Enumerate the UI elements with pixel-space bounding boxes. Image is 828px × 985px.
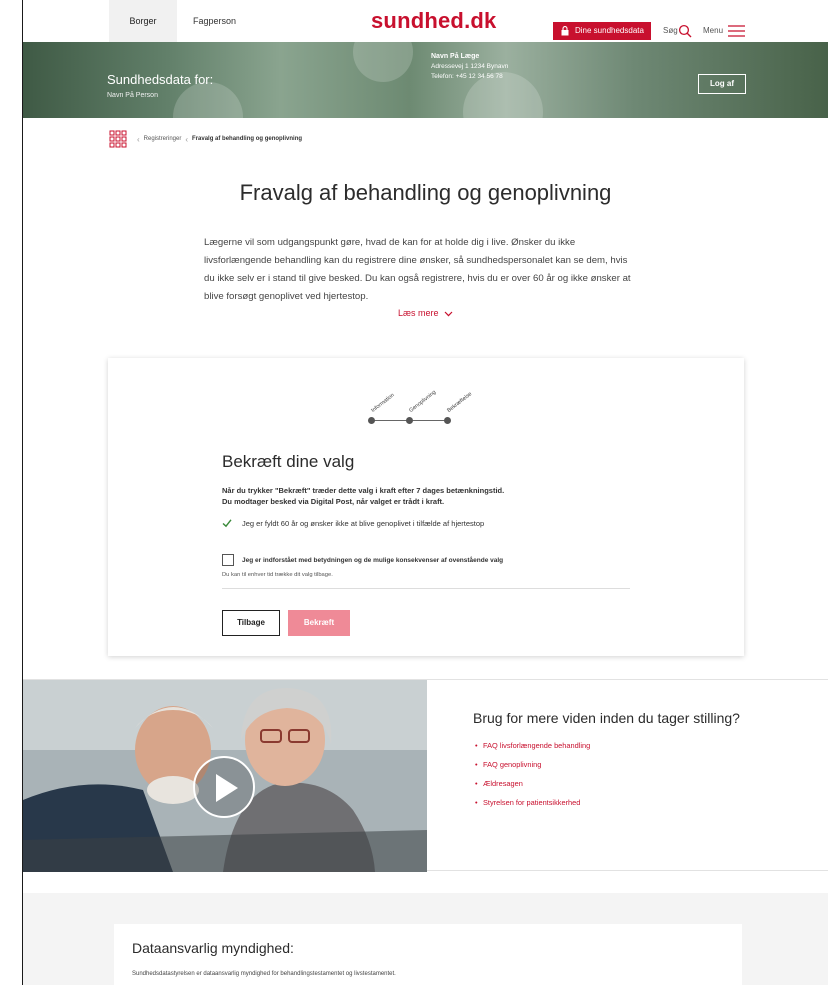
person-name: Navn På Person [107, 92, 158, 99]
info-media-section: Brug for mere viden inden du tager still… [23, 679, 828, 872]
card-title: Bekræft dine valg [222, 452, 355, 471]
play-button[interactable] [193, 756, 255, 818]
media-title: Brug for mere viden inden du tager still… [473, 710, 740, 726]
consent-note: Du kan til enhver tid trække dit valg ti… [222, 572, 333, 578]
checkmark-icon [222, 519, 232, 528]
step-label-information: Information [370, 392, 396, 414]
data-authority-card: Dataansvarlig myndighed: Sundhedsdatasty… [114, 924, 742, 985]
consent-checkbox[interactable] [222, 554, 234, 566]
card-description: Når du trykker "Bekræft" træder dette va… [222, 485, 504, 507]
site-logo[interactable]: sundhed.dk [371, 8, 496, 34]
link-styrelsen-patientsikkerhed[interactable]: Styrelsen for patientsikkerhed [475, 793, 590, 812]
breadcrumb: ‹ Registreringer ‹ Fravalg af behandling… [109, 130, 302, 148]
consent-checkbox-label: Jeg er indforstået med betydningen og de… [242, 556, 504, 564]
resource-links: FAQ livsforlængende behandling FAQ genop… [475, 736, 590, 812]
link-faq-genoplivning[interactable]: FAQ genoplivning [475, 755, 590, 774]
search-icon[interactable] [678, 24, 692, 38]
step-dot-information [368, 417, 375, 424]
divider [222, 588, 630, 589]
dine-sundhedsdata-label: Dine sundhedsdata [575, 26, 644, 35]
dandelion-decoration [353, 42, 413, 82]
consent-checkbox-row[interactable]: Jeg er indforstået med betydningen og de… [222, 554, 503, 566]
doctor-phone: Telefon: +45 12 34 56 78 [431, 73, 503, 80]
hero-banner: Sundhedsdata for: Navn På Person Navn På… [23, 42, 828, 118]
confirm-button[interactable]: Bekræft [288, 610, 350, 636]
dandelion-decoration [173, 82, 243, 118]
card-description-line-2: Du modtager besked via Digital Post, når… [222, 497, 445, 506]
step-dot-genoplivning [406, 417, 413, 424]
chevron-down-icon [444, 311, 453, 317]
step-dot-bekraeftelse [444, 417, 451, 424]
confirm-card: Information Genoplivning Bekræftelse Bek… [108, 358, 744, 656]
card-description-line-1: Når du trykker "Bekræft" træder dette va… [222, 486, 505, 495]
confirmed-choice: Jeg er fyldt 60 år og ønsker ikke at bli… [222, 518, 484, 528]
data-authority-title: Dataansvarlig myndighed: [132, 940, 294, 956]
doctor-info: Navn På Læge Adressevej 1 1234 Bynavn Te… [431, 52, 508, 82]
logout-button[interactable]: Log af [698, 74, 746, 94]
top-navigation: Borger Fagperson sundhed.dk Dine sundhed… [23, 0, 828, 42]
progress-stepper: Information Genoplivning Bekræftelse [358, 378, 498, 434]
play-icon [216, 774, 238, 802]
search-label[interactable]: Søg [663, 22, 678, 40]
breadcrumb-current: Fravalg af behandling og genoplivning [192, 136, 303, 142]
page-title: Fravalg af behandling og genoplivning [239, 180, 612, 205]
confirmed-choice-text: Jeg er fyldt 60 år og ønsker ikke at bli… [242, 518, 485, 528]
menu-label[interactable]: Menu [703, 22, 723, 40]
link-aeldresagen[interactable]: Ældresagen [475, 774, 590, 793]
hero-title: Sundhedsdata for: [107, 72, 214, 87]
data-authority-text: Sundhedsdatastyrelsen er dataansvarlig m… [132, 971, 396, 977]
breadcrumb-registreringer[interactable]: Registreringer [144, 136, 182, 142]
tab-borger[interactable]: Borger [109, 0, 177, 42]
hamburger-menu-icon[interactable] [728, 25, 745, 37]
read-more-link[interactable]: Læs mere [23, 308, 828, 318]
grid-apps-icon[interactable] [109, 130, 127, 148]
lock-icon [561, 26, 569, 36]
back-button[interactable]: Tilbage [222, 610, 280, 636]
read-more-label: Læs mere [397, 308, 439, 318]
chevron-left-icon: ‹ [185, 134, 189, 144]
step-label-genoplivning: Genoplivning [408, 389, 438, 414]
step-label-bekraeftelse: Bekræftelse [446, 391, 474, 414]
doctor-name: Navn På Læge [431, 53, 480, 60]
video-thumbnail[interactable] [23, 680, 427, 872]
dine-sundhedsdata-button[interactable]: Dine sundhedsdata [553, 22, 651, 40]
doctor-address: Adressevej 1 1234 Bynavn [431, 63, 509, 70]
tab-fagperson[interactable]: Fagperson [181, 0, 251, 42]
link-faq-livsforlaengende[interactable]: FAQ livsforlængende behandling [475, 736, 590, 755]
intro-text: Lægerne vil som udgangspunkt gøre, hvad … [204, 237, 631, 302]
chevron-left-icon: ‹ [137, 134, 140, 144]
